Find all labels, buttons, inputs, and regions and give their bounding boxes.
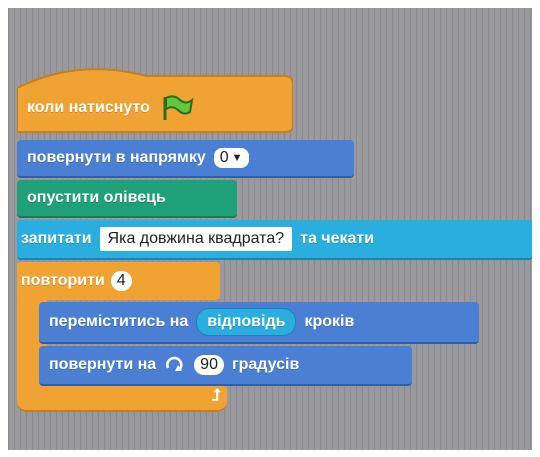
point-in-direction-block[interactable]: повернути в напрямку 0 ▼ bbox=[17, 140, 354, 178]
repeat-label: повторити bbox=[21, 272, 105, 289]
turn-right-block[interactable]: повернути на 90 градусів bbox=[39, 346, 412, 386]
move-steps-block[interactable]: переміститись на відповідь кроків bbox=[39, 302, 479, 344]
when-flag-clicked-block[interactable]: коли натиснуто bbox=[17, 86, 293, 130]
chevron-down-icon: ▼ bbox=[231, 152, 243, 164]
when-flag-clicked-label: коли натиснуто bbox=[27, 99, 150, 116]
repeat-block-header[interactable]: повторити 4 bbox=[17, 262, 220, 300]
ask-and-wait-block[interactable]: запитати Яка довжина квадрата? та чекати bbox=[17, 220, 532, 260]
pen-down-label: опустити олівець bbox=[27, 189, 166, 206]
loop-arrow-icon: ⮥ bbox=[211, 387, 221, 404]
scripts-area[interactable]: коли натиснуто повернути в напрямку 0 ▼ … bbox=[8, 8, 532, 450]
rotate-right-icon bbox=[164, 356, 186, 374]
move-label: переміститись на bbox=[49, 313, 189, 330]
repeat-block-footer[interactable]: ⮥ bbox=[17, 386, 227, 412]
green-flag-icon bbox=[160, 94, 194, 122]
turn-label: повернути на bbox=[49, 356, 157, 373]
steps-label: кроків bbox=[304, 313, 355, 330]
question-input[interactable]: Яка довжина квадрата? bbox=[99, 227, 293, 251]
pen-down-block[interactable]: опустити олівець bbox=[17, 180, 237, 218]
answer-reporter[interactable]: відповідь bbox=[196, 308, 297, 336]
point-in-direction-label: повернути в напрямку bbox=[27, 149, 206, 166]
repeat-count-input[interactable]: 4 bbox=[110, 271, 132, 291]
degrees-input[interactable]: 90 bbox=[194, 355, 224, 375]
and-wait-label: та чекати bbox=[300, 230, 375, 247]
direction-dropdown[interactable]: 0 ▼ bbox=[213, 148, 249, 168]
ask-label: запитати bbox=[21, 230, 92, 247]
direction-value: 0 bbox=[219, 149, 229, 166]
degrees-label: градусів bbox=[231, 356, 300, 373]
